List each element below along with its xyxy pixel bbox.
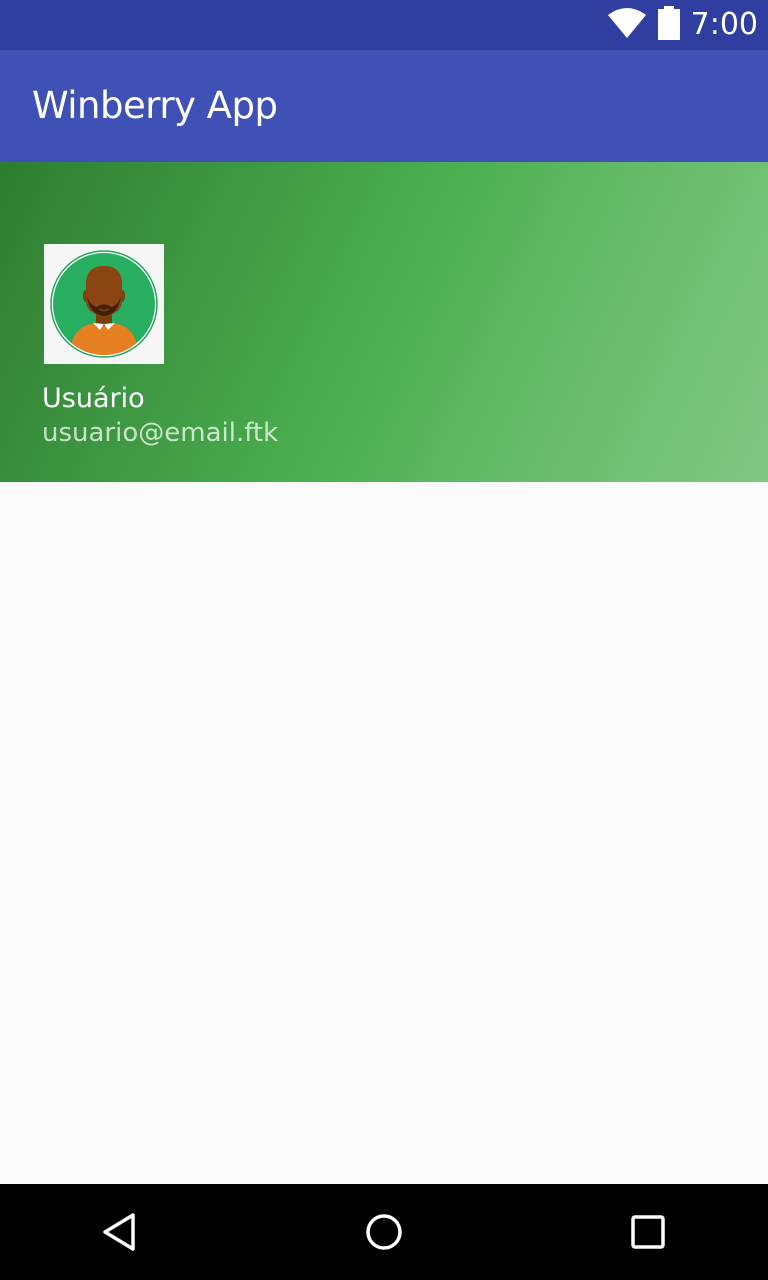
home-button[interactable] — [336, 1184, 432, 1280]
user-name: Usuário — [42, 383, 145, 414]
recents-button[interactable] — [600, 1184, 696, 1280]
navigation-bar — [0, 1184, 768, 1280]
app-bar: Winberry App — [0, 50, 768, 162]
avatar[interactable] — [44, 244, 164, 364]
home-icon — [366, 1214, 402, 1250]
user-email: usuario@email.ftk — [42, 418, 279, 448]
user-avatar-icon — [50, 250, 158, 358]
battery-icon — [657, 6, 681, 44]
back-icon — [103, 1213, 135, 1251]
app-screen: 7:00 Winberry App Usuário usuario@email.… — [0, 0, 768, 1280]
status-icons: 7:00 — [607, 0, 758, 50]
recents-icon — [631, 1215, 665, 1249]
status-time: 7:00 — [690, 7, 758, 42]
drawer-content — [0, 482, 768, 1184]
status-bar: 7:00 — [0, 0, 768, 50]
back-button[interactable] — [72, 1184, 168, 1280]
drawer-header: Usuário usuario@email.ftk — [0, 162, 768, 482]
app-title: Winberry App — [32, 84, 278, 127]
wifi-icon — [607, 7, 647, 43]
